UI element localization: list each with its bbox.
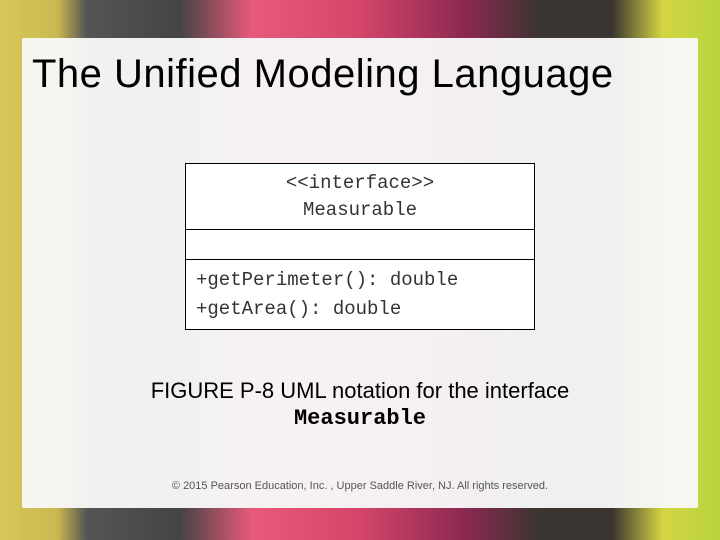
uml-attributes-empty (186, 230, 534, 260)
uml-stereotype: <<interface>> (196, 170, 524, 197)
slide-panel: The Unified Modeling Language <<interfac… (22, 38, 698, 508)
copyright-footer: © 2015 Pearson Education, Inc. , Upper S… (22, 480, 698, 492)
uml-header: <<interface>> Measurable (186, 164, 534, 230)
uml-method: +getArea(): double (196, 295, 524, 324)
uml-class-name: Measurable (196, 197, 524, 224)
uml-methods: +getPerimeter(): double +getArea(): doub… (186, 260, 534, 329)
uml-class-box: <<interface>> Measurable +getPerimeter()… (185, 163, 535, 330)
figure-caption: FIGURE P-8 UML notation for the interfac… (22, 378, 698, 431)
uml-method: +getPerimeter(): double (196, 266, 524, 295)
slide-title: The Unified Modeling Language (22, 38, 698, 97)
caption-text: FIGURE P-8 UML notation for the interfac… (151, 378, 570, 403)
caption-interface-name: Measurable (294, 406, 426, 431)
